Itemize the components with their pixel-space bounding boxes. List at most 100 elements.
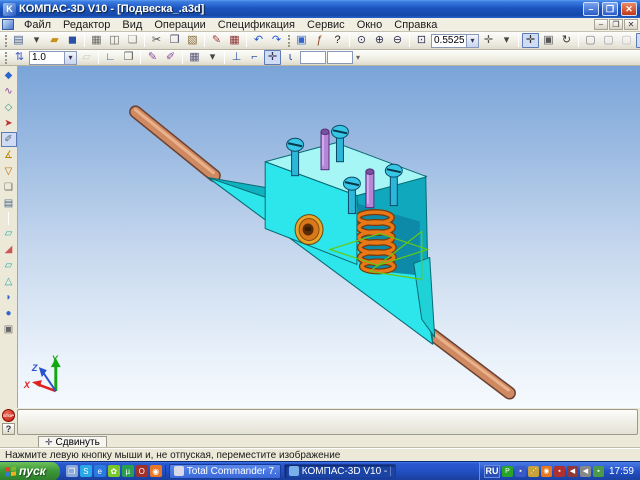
reports-button[interactable]: ❏ [1,180,17,195]
language-indicator[interactable]: RU [484,465,500,478]
app-tray-icon-1[interactable]: ▪ [515,466,526,477]
space-curves-button[interactable]: ∿ [1,84,17,99]
coordinates-button[interactable]: ⍳ [282,50,299,65]
skype-icon[interactable]: S [80,465,92,477]
task-kompas[interactable]: КОМПАС-3D V10 - [П... [284,464,396,479]
zoom-scale-dropdown[interactable]: ▾ [466,35,478,47]
save-button[interactable]: ◼ [64,33,81,48]
extrude-feature-button[interactable]: ▱ [1,226,17,241]
context-help-button[interactable]: ? [329,33,346,48]
undo-button[interactable]: ↶ [250,33,267,48]
chamfer-feature-button[interactable]: ◢ [1,242,17,257]
messenger-tray-icon[interactable]: ◉ [541,466,552,477]
child-restore-button[interactable]: ❐ [609,19,623,30]
opera-icon[interactable]: O [136,465,148,477]
toolbar-grip[interactable] [288,35,290,47]
zoom-in-button[interactable]: ⊕ [371,33,388,48]
print-button[interactable]: ▦ [88,33,105,48]
cursor-step-dropdown[interactable]: ▾ [64,52,76,64]
hidden-lines-thin-display-button[interactable]: ▢ [618,33,635,48]
toolbar-grip[interactable] [5,35,7,47]
command-help-button[interactable]: ? [2,423,15,435]
send-button[interactable]: ❏ [124,33,141,48]
show-desktop-icon[interactable]: ❐ [66,465,78,477]
network-tray-icon[interactable]: ⋰ [528,466,539,477]
loft-feature-button[interactable]: ▱ [1,258,17,273]
toolbar-grip[interactable] [5,52,8,64]
zoom-out-button[interactable]: ⊖ [389,33,406,48]
coord-x-input[interactable] [300,51,326,64]
ortho-drawing-button[interactable]: ⌐ [246,50,263,65]
shaded-display-button[interactable]: ■ [636,33,640,48]
pan-button[interactable]: ✛ [522,33,539,48]
cut-button[interactable]: ✂ [148,33,165,48]
new-document-button[interactable]: ▤ [10,33,27,48]
model-canvas[interactable]: X Y Z [18,66,640,408]
menu-editor[interactable]: Редактор [57,19,116,31]
close-button[interactable]: ✕ [621,2,637,16]
copy-properties-button[interactable]: ✎ [208,33,225,48]
punto-switcher-tray-icon[interactable]: P [502,466,513,477]
array-feature-button[interactable]: ▣ [1,322,17,337]
battery-tray-icon[interactable]: ▪ [593,466,604,477]
copy-object-properties-button[interactable]: ❐ [120,50,137,65]
reference-axes-arrow[interactable]: ▾ [498,33,515,48]
menu-file[interactable]: Файл [18,19,57,31]
zoom-scale-input[interactable] [432,35,466,47]
grid-dropdown[interactable]: ▾ [204,50,221,65]
child-minimize-button[interactable]: – [594,19,608,30]
wireframe-display-button[interactable]: ▢ [582,33,599,48]
surfaces-button[interactable]: ◇ [1,100,17,115]
toolbar-options-chevron[interactable]: ▾ [354,53,362,62]
rotate-button[interactable]: ↻ [558,33,575,48]
task-total-commander[interactable]: Total Commander 7.0... [169,464,281,479]
start-button[interactable]: пуск [0,462,60,480]
current-layer-button[interactable]: ▱ [78,50,95,65]
specification-button[interactable]: ▤ [1,196,17,211]
open-button[interactable]: ▰ [46,33,63,48]
utorrent-icon[interactable]: µ [122,465,134,477]
interrupt-command-button[interactable]: STOP [2,409,15,422]
filters-button[interactable]: ▽ [1,164,17,179]
right-axle-rod[interactable] [432,332,510,393]
local-cs-button[interactable]: ∟ [102,50,119,65]
minimize-button[interactable]: – [583,2,599,16]
app-tray-icon-2[interactable]: ▪ [554,466,565,477]
measure-3d-button[interactable]: ∡ [1,148,17,163]
hidden-lines-display-button[interactable]: ▢ [600,33,617,48]
sketch-button[interactable]: ✐ [1,132,17,147]
3d-viewport[interactable]: X Y Z [18,66,640,408]
spreadsheet-button[interactable]: ▦ [226,33,243,48]
window-layout-button[interactable]: ▣ [293,33,310,48]
menu-service[interactable]: Сервис [301,19,351,31]
edit-style-button[interactable]: ✐ [162,50,179,65]
left-axle-rod[interactable] [136,110,215,176]
local-axes-button[interactable]: ⊥ [228,50,245,65]
volume-tray-icon[interactable]: ◀ [580,466,591,477]
zoom-select-button[interactable]: ⊙ [353,33,370,48]
grid-button[interactable]: ▦ [186,50,203,65]
auxiliary-geometry-button[interactable]: ➤ [1,116,17,131]
snaps-button[interactable]: ✛ [264,50,281,65]
menu-window[interactable]: Окно [351,19,389,31]
restore-button[interactable]: ❐ [602,2,618,16]
round-feature-button[interactable]: ● [1,306,17,321]
bushing[interactable] [295,215,323,245]
tab-move-command[interactable]: ✛ Сдвинуть [38,436,107,448]
menu-specification[interactable]: Спецификация [212,19,301,31]
redo-button[interactable]: ↷ [268,33,285,48]
shell-feature-button[interactable]: ◗ [1,290,17,305]
app-icon[interactable]: K [3,3,16,16]
cursor-step-input[interactable] [30,52,64,64]
menu-view[interactable]: Вид [116,19,148,31]
copy-button[interactable]: ❐ [166,33,183,48]
icq-icon[interactable]: ✿ [108,465,120,477]
edit-part-button[interactable]: ◆ [1,68,17,83]
menu-operations[interactable]: Операции [148,19,211,31]
pyramid-feature-button[interactable]: △ [1,274,17,289]
child-close-button[interactable]: ✕ [624,19,638,30]
agent-icon[interactable]: ◉ [150,465,162,477]
reference-axes-dropdown[interactable]: ✛ [480,33,497,48]
document-icon[interactable] [2,19,14,30]
paste-button[interactable]: ▧ [184,33,201,48]
